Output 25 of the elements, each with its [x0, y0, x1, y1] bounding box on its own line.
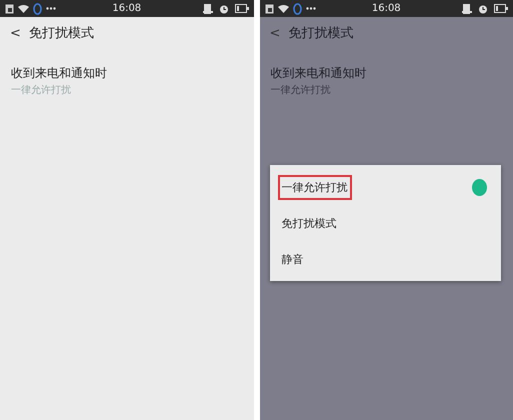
- more-icon: [46, 7, 56, 10]
- setting-item[interactable]: 收到来电和通知时 一律允许打扰: [0, 49, 118, 97]
- battery-icon: [494, 4, 508, 13]
- wifi-icon: [18, 4, 29, 13]
- setting-item[interactable]: 收到来电和通知时 一律允许打扰: [260, 49, 378, 97]
- option-item[interactable]: 免打扰模式: [270, 205, 501, 241]
- sim-icon: [5, 4, 14, 14]
- setting-value: 一律允许打扰: [270, 84, 330, 97]
- alarm-icon: [218, 4, 229, 14]
- setting-label: 收到来电和通知时: [11, 65, 107, 82]
- page-title: 免打扰模式: [28, 25, 94, 42]
- more-icon: [306, 7, 316, 10]
- option-item[interactable]: 静音: [270, 241, 501, 277]
- highlight-box: 一律允许打扰: [278, 174, 352, 200]
- alarm-icon: [478, 4, 488, 14]
- wifi-icon: [278, 4, 288, 13]
- back-button[interactable]: <: [10, 26, 21, 40]
- status-time: 16:08: [112, 3, 142, 14]
- status-time: 16:08: [372, 3, 401, 14]
- sim-icon: [264, 4, 274, 14]
- option-item[interactable]: 一律允许打扰: [270, 169, 501, 205]
- page-title: 免打扰模式: [288, 25, 354, 42]
- setting-value: 一律允许打扰: [11, 84, 71, 97]
- setting-label: 收到来电和通知时: [270, 65, 366, 82]
- battery-icon: [234, 4, 249, 13]
